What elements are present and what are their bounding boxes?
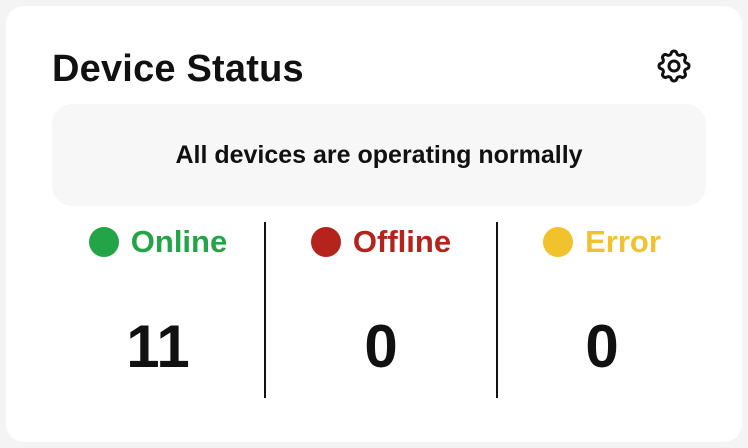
stats-row: Online 11 Offline 0 Error 0	[52, 222, 706, 398]
online-label: Online	[130, 224, 228, 259]
status-message: All devices are operating normally	[175, 140, 583, 169]
offline-count: 0	[364, 313, 398, 380]
status-banner: All devices are operating normally	[52, 104, 706, 206]
error-label: Error	[585, 224, 661, 259]
card-title: Device Status	[52, 48, 304, 90]
error-count: 0	[585, 313, 619, 380]
gear-icon	[654, 46, 694, 91]
online-count: 11	[126, 313, 190, 380]
offline-label: Offline	[352, 224, 452, 259]
settings-button[interactable]	[652, 46, 696, 90]
online-status-dot	[88, 227, 119, 257]
stat-online: Online 11	[52, 222, 264, 398]
error-status-dot	[543, 227, 574, 257]
offline-status-dot	[310, 227, 341, 257]
device-status-card: Device Status All devices are operating …	[6, 6, 742, 442]
stat-error: Error 0	[498, 222, 706, 398]
card-header: Device Status	[52, 44, 696, 94]
stat-offline: Offline 0	[266, 222, 496, 398]
